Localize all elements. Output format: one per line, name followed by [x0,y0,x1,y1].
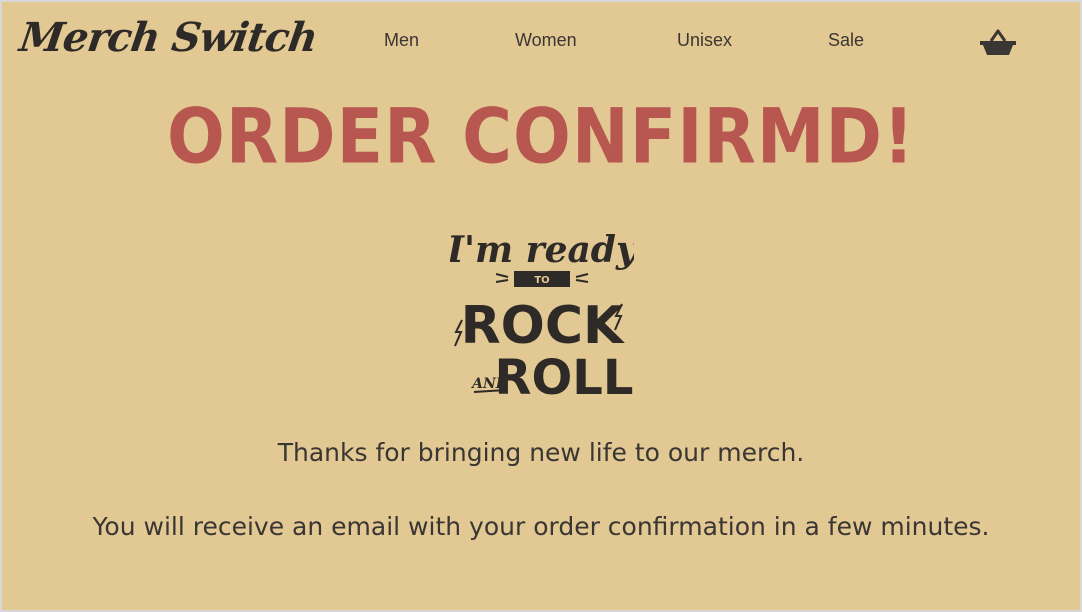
page-frame: Merch Switch Men Women Unisex Sale ORDER… [0,0,1082,612]
nav-link-women[interactable]: Women [515,30,577,51]
cart-button[interactable] [978,26,1018,58]
email-notice: You will receive an email with your orde… [92,512,990,541]
nav-link-unisex[interactable]: Unisex [677,30,732,51]
rock-and-roll-badge: I'm ready TO ROCK AND ROLL [450,229,634,402]
thanks-message: Thanks for bringing new life to our merc… [277,438,805,467]
badge-line-im-ready: I'm ready [450,229,634,271]
site-logo[interactable]: Merch Switch [17,14,320,61]
badge-line-rock: ROCK [461,296,625,356]
nav-link-sale[interactable]: Sale [828,30,864,51]
badge-line-roll: ROLL [495,350,634,402]
basket-icon [980,29,1016,55]
badge-line-to: TO [534,275,549,286]
order-confirmed-headline: ORDER CONFIRMD! [167,93,915,182]
nav-link-men[interactable]: Men [384,30,419,51]
